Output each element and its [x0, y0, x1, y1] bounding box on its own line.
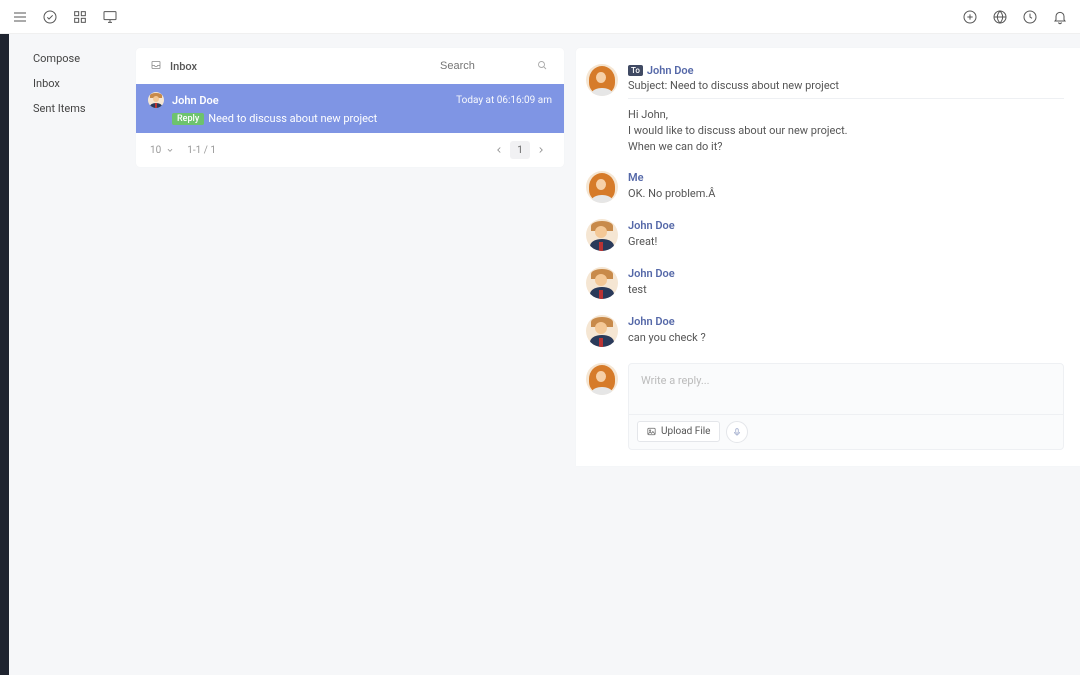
email-time: Today at 06:16:09 am [456, 95, 552, 106]
sidebar-item-inbox[interactable]: Inbox [9, 71, 136, 96]
avatar [148, 92, 164, 108]
apps-grid-icon[interactable] [72, 9, 88, 25]
email-list-panel: Inbox John Doe Today at 06:16:09 am Repl… [136, 48, 564, 167]
avatar [586, 171, 618, 203]
bell-icon[interactable] [1052, 9, 1068, 25]
reply-row: Upload File [586, 357, 1064, 466]
search-input[interactable] [440, 60, 530, 72]
conversation-panel: To John Doe Subject: Need to discuss abo… [576, 48, 1080, 466]
message-from: John Doe [628, 219, 1064, 232]
message: John Doe Great! [586, 213, 1064, 261]
list-title: Inbox [170, 60, 197, 73]
page-range: 1-1 / 1 [187, 145, 216, 156]
message-text: Great! [628, 234, 1064, 250]
inbox-icon [150, 59, 164, 73]
page-size-value: 10 [150, 145, 161, 156]
search-icon[interactable] [536, 59, 550, 73]
email-subject: Need to discuss about new project [208, 112, 377, 125]
message-text: test [628, 282, 1064, 298]
check-circle-icon[interactable] [42, 9, 58, 25]
left-rail [0, 34, 9, 675]
page-prev-button[interactable] [490, 141, 508, 159]
page-next-button[interactable] [532, 141, 550, 159]
clock-icon[interactable] [1022, 9, 1038, 25]
globe-icon[interactable] [992, 9, 1008, 25]
avatar [586, 315, 618, 347]
add-circle-icon[interactable] [962, 9, 978, 25]
email-row[interactable]: John Doe Today at 06:16:09 am Reply Need… [136, 84, 564, 133]
topbar [0, 0, 1080, 34]
reply-badge: Reply [172, 113, 204, 125]
avatar [586, 267, 618, 299]
upload-file-label: Upload File [661, 426, 711, 437]
list-header: Inbox [136, 48, 564, 84]
pager: 10 1-1 / 1 1 [136, 133, 564, 167]
message: John Doe can you check ? [586, 309, 1064, 357]
page-number[interactable]: 1 [510, 141, 530, 159]
sidebar: Compose Inbox Sent Items [9, 34, 136, 675]
mic-button[interactable] [726, 421, 748, 443]
avatar [586, 219, 618, 251]
monitor-icon[interactable] [102, 9, 118, 25]
reply-box: Upload File [628, 363, 1064, 450]
message-from: John Doe [628, 267, 1064, 280]
page-size[interactable]: 10 [150, 145, 175, 156]
message-from: To John Doe [628, 64, 1064, 77]
email-sender: John Doe [172, 94, 219, 107]
to-badge: To [628, 65, 643, 76]
message-text: Hi John, I would like to discuss about o… [628, 107, 1064, 155]
message-from: John Doe [628, 315, 1064, 328]
chevron-down-icon [165, 145, 175, 155]
upload-file-button[interactable]: Upload File [637, 421, 720, 442]
avatar [586, 363, 618, 395]
message-from: Me [628, 171, 1064, 184]
sidebar-item-sent[interactable]: Sent Items [9, 96, 136, 121]
sidebar-item-compose[interactable]: Compose [9, 46, 136, 71]
reply-input[interactable] [629, 364, 1063, 414]
menu-icon[interactable] [12, 9, 28, 25]
message: Me OK. No problem.Â [586, 165, 1064, 213]
message: To John Doe Subject: Need to discuss abo… [586, 58, 1064, 165]
message-text: OK. No problem.Â [628, 186, 1064, 202]
avatar [586, 64, 618, 96]
message: John Doe test [586, 261, 1064, 309]
message-text: can you check ? [628, 330, 1064, 346]
main: Compose Inbox Sent Items Inbox John Doe … [0, 34, 1080, 675]
message-subject: Subject: Need to discuss about new proje… [628, 79, 1064, 92]
